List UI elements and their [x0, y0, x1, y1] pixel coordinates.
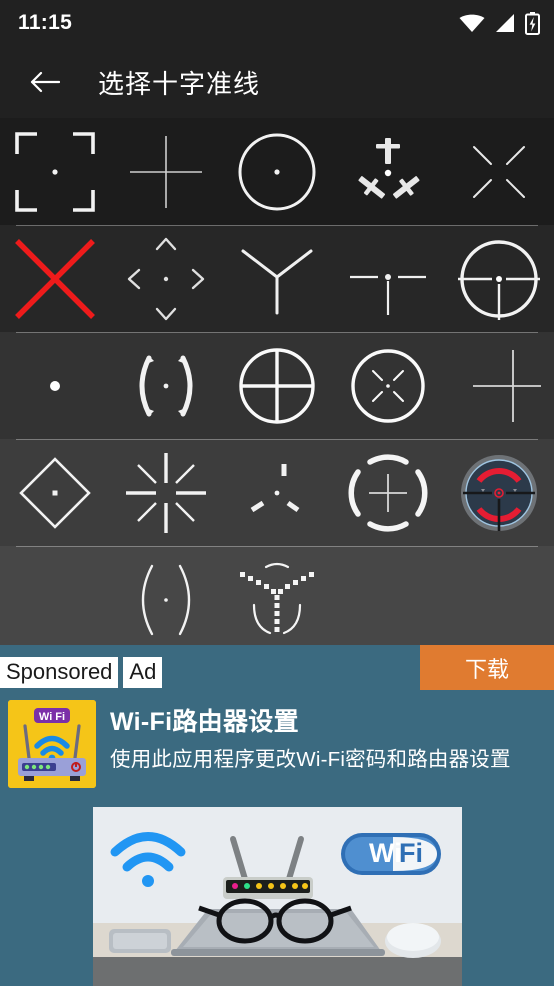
- crosshair-starburst[interactable]: [111, 439, 222, 546]
- crosshair-picker-screen: 11:15 选择十字准线 Sponsored Ad 下载 Wi Fi Wi-Fi…: [0, 0, 554, 986]
- page-title: 选择十字准线: [98, 68, 261, 99]
- crosshair-three-ticks[interactable]: [222, 439, 333, 546]
- ad-app-icon: Wi Fi: [8, 700, 96, 788]
- crosshair-arc-brackets-plus[interactable]: [332, 439, 443, 546]
- download-button[interactable]: 下载: [420, 645, 554, 690]
- sponsored-badge: Sponsored: [0, 656, 119, 689]
- status-clock: 11:15: [18, 11, 73, 34]
- status-icon-group: [459, 11, 540, 35]
- crosshair-dotted-y-arcs[interactable]: [222, 546, 333, 653]
- crosshair-single-dot[interactable]: [0, 332, 111, 439]
- crosshair-row: [0, 118, 554, 225]
- crosshair-row: [0, 225, 554, 332]
- ad-hero-image[interactable]: Wi Fi: [93, 807, 462, 986]
- crosshair-circle-dot[interactable]: [222, 118, 333, 225]
- crosshair-circle-x-ticks[interactable]: [332, 332, 443, 439]
- crosshair-t-ticks[interactable]: [332, 225, 443, 332]
- crosshair-row: [0, 439, 554, 546]
- battery-charging-icon: [525, 11, 540, 35]
- crosshair-circle-full-cross[interactable]: [222, 332, 333, 439]
- back-arrow-icon: [30, 71, 60, 93]
- svg-text:Wi Fi: Wi Fi: [39, 711, 65, 723]
- crosshair-broken-x[interactable]: [443, 118, 554, 225]
- crosshair-red-x[interactable]: [0, 225, 111, 332]
- crosshair-empty-slot-2: [332, 546, 443, 653]
- ad-header: Sponsored Ad 下载: [0, 645, 554, 700]
- ad-title: Wi-Fi路由器设置: [110, 708, 299, 736]
- ad-badge: Ad: [123, 656, 163, 689]
- crosshair-four-chevrons[interactable]: [111, 225, 222, 332]
- crosshair-y-shape[interactable]: [222, 225, 333, 332]
- ad-subtitle: 使用此应用程序更改Wi-Fi密码和路由器设置: [110, 748, 511, 771]
- ad-text-block: Wi-Fi路由器设置 使用此应用程序更改Wi-Fi密码和路由器设置: [110, 700, 511, 772]
- crosshair-ringed-scope[interactable]: [443, 225, 554, 332]
- crosshair-row: [0, 332, 554, 439]
- crosshair-grid: [0, 118, 554, 653]
- svg-text:Wi: Wi: [369, 838, 402, 868]
- wifi-icon: [459, 14, 485, 32]
- svg-text:Fi: Fi: [399, 838, 423, 868]
- signal-icon: [496, 14, 514, 32]
- crosshair-three-swords[interactable]: [332, 118, 443, 225]
- crosshair-curved-brackets-dot[interactable]: [111, 332, 222, 439]
- crosshair-empty-slot-1: [0, 546, 111, 653]
- app-bar: 选择十字准线: [0, 46, 554, 118]
- ad-container[interactable]: Sponsored Ad 下载 Wi Fi Wi-Fi路由器设置 使用此应用程序…: [0, 645, 554, 986]
- crosshair-diamond-dot[interactable]: [0, 439, 111, 546]
- crosshair-offset-plus[interactable]: [443, 332, 554, 439]
- crosshair-empty-slot-3: [443, 546, 554, 653]
- crosshair-red-dot-sight[interactable]: [443, 439, 554, 546]
- status-bar: 11:15: [0, 0, 554, 46]
- crosshair-corner-brackets-dot[interactable]: [0, 118, 111, 225]
- ad-body: Wi Fi Wi-Fi路由器设置 使用此应用程序更改Wi-Fi密码和路由器设置: [0, 700, 554, 788]
- back-button[interactable]: [24, 61, 66, 103]
- crosshair-parentheses-dot[interactable]: [111, 546, 222, 653]
- crosshair-thin-plus[interactable]: [111, 118, 222, 225]
- crosshair-row: [0, 546, 554, 653]
